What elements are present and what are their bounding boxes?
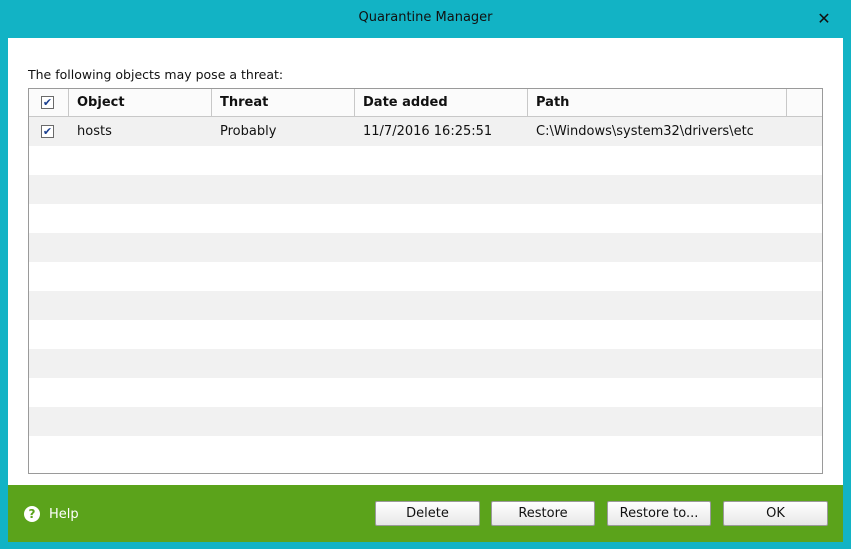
threat-caption: The following objects may pose a threat: (28, 67, 284, 82)
empty-row (29, 320, 822, 349)
column-header-filler (787, 89, 822, 116)
cell-object: hosts (77, 124, 112, 139)
restore-button[interactable]: Restore (491, 501, 595, 526)
help-link[interactable]: ? Help (24, 506, 79, 522)
empty-row (29, 407, 822, 436)
empty-row (29, 233, 822, 262)
checkmark-icon: ✔ (42, 125, 53, 138)
empty-row (29, 378, 822, 407)
help-icon: ? (24, 506, 40, 522)
title-bar[interactable]: Quarantine Manager ✕ (0, 0, 851, 38)
quarantine-list[interactable]: ✔ Object Threat Date added Path ✔ hosts … (28, 88, 823, 474)
window-border-bottom (0, 542, 851, 549)
empty-row (29, 175, 822, 204)
empty-row (29, 262, 822, 291)
restore-to-button[interactable]: Restore to... (607, 501, 711, 526)
empty-row (29, 146, 822, 175)
close-icon: ✕ (817, 8, 831, 28)
empty-row (29, 291, 822, 320)
header-checkbox-cell: ✔ (29, 89, 69, 116)
select-all-checkbox[interactable]: ✔ (41, 96, 54, 109)
ok-button[interactable]: OK (723, 501, 828, 526)
list-header: ✔ Object Threat Date added Path (29, 89, 822, 117)
delete-button[interactable]: Delete (375, 501, 480, 526)
table-row[interactable]: ✔ hosts Probably 11/7/2016 16:25:51 C:\W… (29, 117, 822, 146)
quarantine-manager-window: Quarantine Manager ✕ The following objec… (0, 0, 851, 549)
dialog-footer: ? Help Delete Restore Restore to... OK (8, 485, 843, 542)
dialog-content: The following objects may pose a threat:… (8, 38, 843, 485)
close-button[interactable]: ✕ (811, 6, 837, 30)
cell-path: C:\Windows\system32\drivers\etc (536, 124, 754, 139)
cell-date-added: 11/7/2016 16:25:51 (363, 124, 493, 139)
column-header-path[interactable]: Path (528, 89, 787, 116)
empty-row (29, 204, 822, 233)
checkmark-icon: ✔ (42, 96, 53, 109)
column-header-object[interactable]: Object (69, 89, 212, 116)
empty-row (29, 436, 822, 465)
column-header-threat[interactable]: Threat (212, 89, 355, 116)
help-label: Help (49, 506, 79, 522)
window-title: Quarantine Manager (358, 10, 493, 25)
cell-threat: Probably (220, 124, 277, 139)
column-header-date-added[interactable]: Date added (355, 89, 528, 116)
empty-row (29, 349, 822, 378)
row-checkbox[interactable]: ✔ (41, 125, 54, 138)
